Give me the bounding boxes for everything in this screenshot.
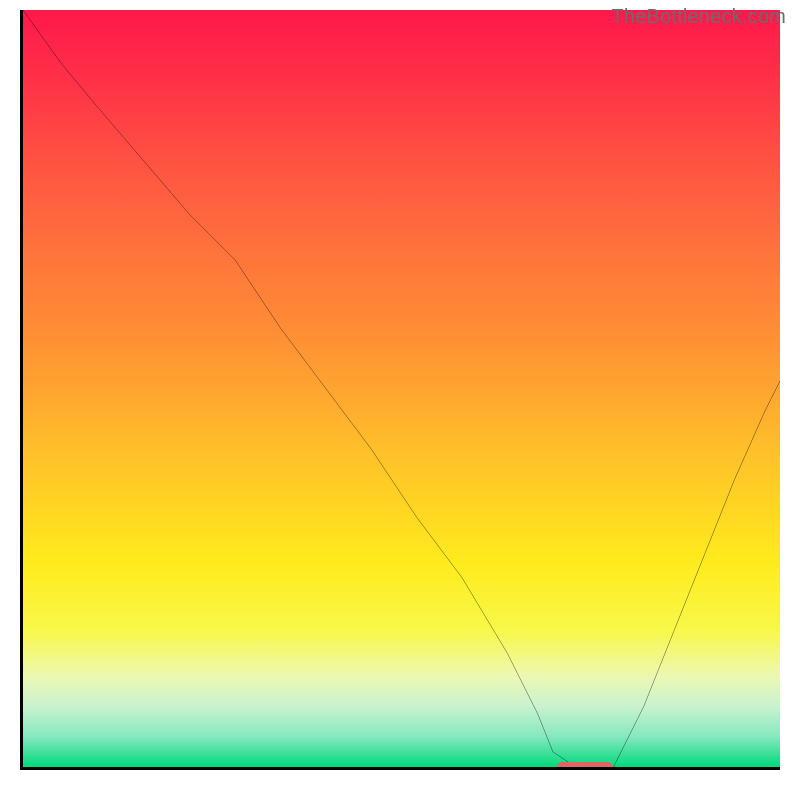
plot-area [20, 10, 780, 770]
bottleneck-curve-path [23, 10, 780, 767]
curve-svg [23, 10, 780, 767]
bottleneck-chart: TheBottleneck.com [0, 0, 800, 800]
optimal-zone-marker [557, 762, 614, 770]
watermark-text: TheBottleneck.com [611, 6, 786, 29]
